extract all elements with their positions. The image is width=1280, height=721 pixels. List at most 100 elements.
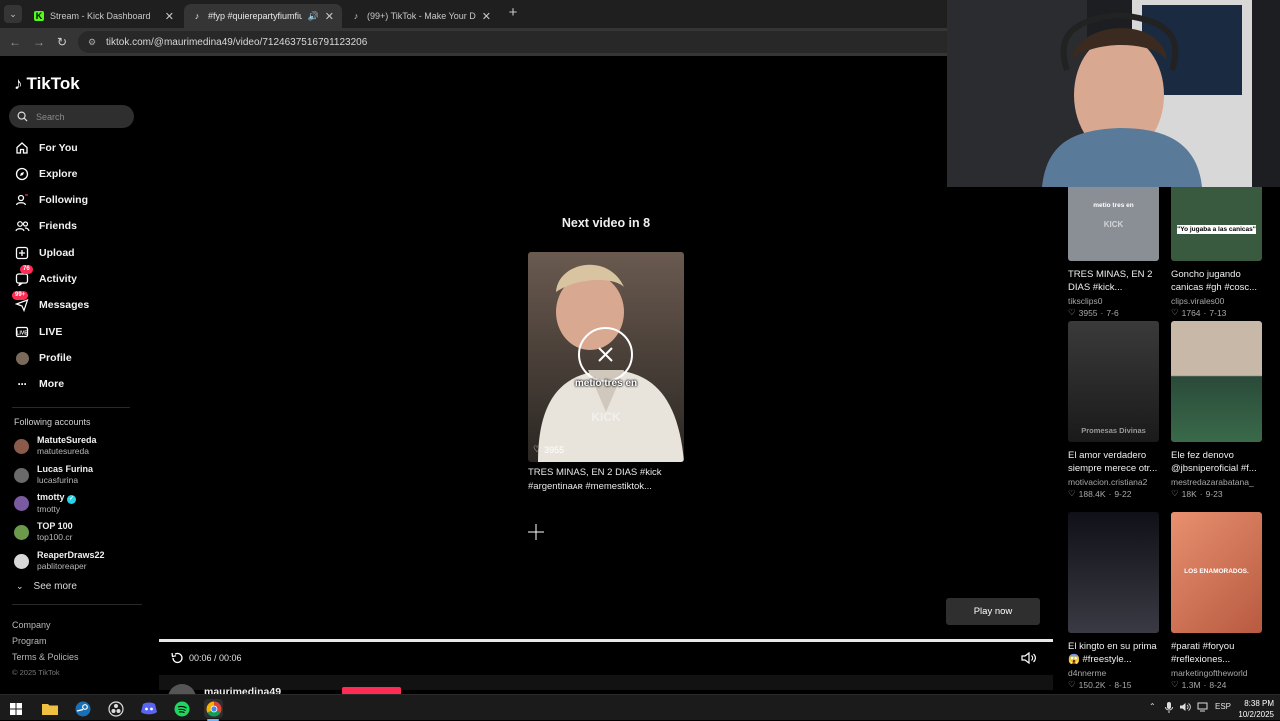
chevron-up-icon[interactable]: ⌃ [1149,702,1156,711]
webcam-overlay [947,0,1280,187]
volume-icon[interactable] [1021,651,1037,665]
thumbnail-overlay-text: "Yo jugaba a las canicas" [1177,225,1256,234]
browser-tab-strip: ⌄ K Stream - Kick Dashboard ✕ ♪ #fyp #qu… [0,0,947,28]
video-title: #parati #foryou #reflexiones... [1171,641,1235,665]
chrome-icon[interactable] [204,699,223,718]
progress-fill [159,639,1053,642]
tab-tiktok-video[interactable]: ♪ #fyp #quierepartyfiumfium 🔊 ✕ [184,4,342,28]
tab-title: (99+) TikTok - Make Your Day [367,11,476,21]
clock-date: 10/2/2025 [1238,710,1274,719]
speaker-icon[interactable]: 🔊 [308,11,319,22]
heart-icon: ♡ [1171,679,1179,689]
following-accounts-heading: Following accounts [14,417,91,427]
video-author[interactable]: marketingoftheworld [1171,668,1262,678]
video-author[interactable]: mestredazarabatana_ [1171,477,1262,487]
footer-link-terms[interactable]: Terms & Policies [12,652,79,662]
related-video-card[interactable]: LOS ENAMORADOS. #parati #foryou #reflexi… [1171,512,1262,690]
next-video-description[interactable]: TRES MINAS, EN 2 DIAS #kick #argentinaᴀʀ… [528,466,688,494]
related-video-card[interactable]: Ele fez denovo @jbsniperoficial #f... me… [1171,321,1262,499]
activity-icon: 76 [14,265,33,287]
play-now-button[interactable]: Play now [946,598,1040,625]
nav-upload[interactable]: Upload [14,243,75,263]
video-thumbnail: LOS ENAMORADOS. [1171,512,1262,633]
nav-following[interactable]: Following [14,190,88,210]
account-item[interactable]: tmotty ✓ tmotty [14,491,77,515]
language-indicator[interactable]: ESP [1215,702,1231,711]
upload-icon [14,245,30,261]
video-title: Ele fez denovo @jbsniperoficial #f... [1171,450,1257,474]
tab-tiktok-home[interactable]: ♪ (99+) TikTok - Make Your Day ✕ [343,4,499,28]
discord-icon[interactable] [139,699,158,718]
spotify-icon[interactable] [172,699,191,718]
search-input[interactable]: Search [9,105,134,128]
nav-friends[interactable]: Friends [14,216,77,236]
search-icon [17,111,28,122]
account-username: tmotty [37,503,61,514]
tab-search-chevron-icon[interactable]: ⌄ [4,5,22,23]
crosshair-cursor [528,524,544,540]
video-stats: ♡ 3955 · 7-6 [1068,307,1159,318]
video-author[interactable]: motivacion.cristiana2 [1068,477,1159,487]
obs-icon[interactable] [106,699,125,718]
site-info-icon[interactable]: ⚙ [88,37,98,47]
account-item[interactable]: TOP 100 top100.cr [14,520,73,544]
video-author[interactable]: clips.virales00 [1171,296,1262,306]
related-video-card[interactable]: Promesas Divinas El amor verdadero siemp… [1068,321,1159,499]
heart-icon: ♡ [1171,307,1179,317]
account-name: ReaperDraws22 [37,550,105,560]
system-clock[interactable]: 8:38 PM 10/2/2025 [1236,698,1274,720]
windows-start-icon[interactable] [6,699,25,718]
search-placeholder: Search [36,111,65,122]
see-more-button[interactable]: ⌄ See more [16,581,77,592]
footer-link-program[interactable]: Program [12,636,47,646]
heart-icon: ♡ [1068,307,1076,317]
close-icon[interactable]: ✕ [325,10,334,23]
live-icon: LIVE [14,324,30,340]
nav-more[interactable]: ··· More [14,374,65,394]
next-video-countdown: Next video in 8 [561,216,651,230]
replay-icon[interactable] [170,651,184,665]
steam-icon[interactable] [73,699,92,718]
forward-arrow-icon[interactable]: → [31,34,47,50]
video-author[interactable]: tiksclips0 [1068,296,1159,306]
tab-kick-dashboard[interactable]: K Stream - Kick Dashboard ✕ [26,4,182,28]
nav-profile[interactable]: Profile [14,348,72,368]
see-more-label: See more [33,581,77,592]
likes-count: 3955 [1078,307,1098,318]
network-icon[interactable] [1197,702,1208,714]
nav-explore[interactable]: Explore [14,164,78,184]
video-author[interactable]: d4nnerme [1068,668,1159,678]
new-tab-button[interactable]: + [504,5,522,23]
nav-activity[interactable]: 76 Activity [14,265,77,289]
nav-for-you[interactable]: For You [14,138,78,158]
cancel-autoplay-button[interactable] [578,327,633,382]
nav-live[interactable]: LIVE LIVE [14,322,62,342]
close-icon[interactable]: ✕ [482,10,491,23]
microphone-icon[interactable] [1165,702,1173,715]
video-date: 7-13 [1209,307,1227,318]
nav-messages[interactable]: 99+ Messages [12,291,89,315]
close-icon[interactable]: ✕ [165,10,174,23]
speaker-icon[interactable] [1180,702,1191,714]
tiktok-logo[interactable]: ♪ TikTok [14,74,80,94]
profile-avatar [14,350,30,366]
kick-watermark: KICK [591,410,621,424]
reload-icon[interactable]: ↻ [54,34,70,50]
video-title: TRES MINAS, EN 2 DIAS #kick... [1068,269,1153,293]
address-bar[interactable]: ⚙ tiktok.com/@maurimedina49/video/712463… [78,31,947,53]
account-item[interactable]: MatuteSureda matutesureda [14,434,97,458]
account-name: TOP 100 [37,521,73,531]
footer-link-company[interactable]: Company [12,620,51,630]
windows-taskbar: ⌃ ESP 8:38 PM 10/2/2025 [0,694,1280,721]
likes-count: 1.3M [1181,679,1201,690]
nav-label: Profile [39,352,72,364]
account-item[interactable]: Lucas Furina lucasfurina [14,463,93,487]
likes-count: 1764 [1181,307,1201,318]
clock-time: 8:38 PM [1244,699,1274,708]
likes-count: 188.4K [1078,488,1106,499]
account-item[interactable]: ReaperDraws22 pablitoreaper [14,549,105,573]
related-video-card[interactable]: El kingto en su prima 😱 #freestyle... d4… [1068,512,1159,690]
file-explorer-icon[interactable] [40,699,59,718]
back-arrow-icon[interactable]: ← [7,34,23,50]
nav-label: Upload [39,247,75,259]
